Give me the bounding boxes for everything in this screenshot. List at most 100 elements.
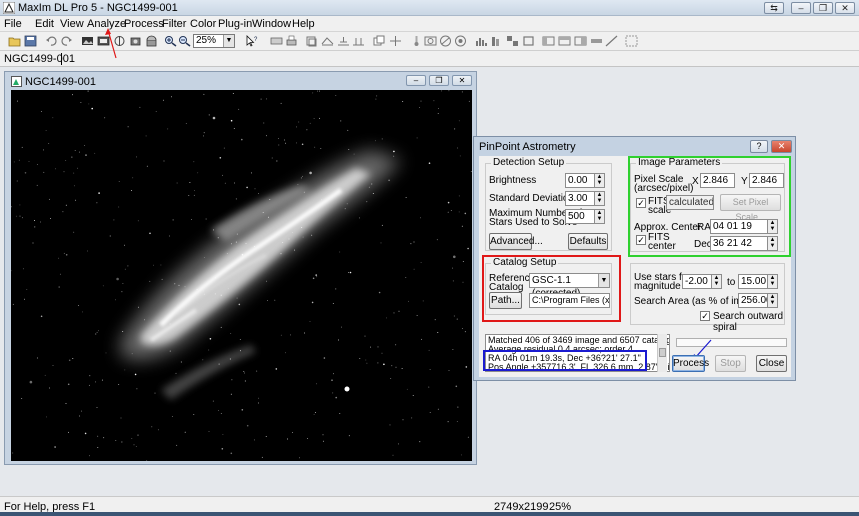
star (388, 179, 390, 182)
menu-color[interactable]: Color (190, 18, 216, 30)
guider-icon[interactable] (439, 35, 452, 47)
image-minimize-button[interactable]: – (406, 75, 426, 86)
menu-process[interactable]: Process (124, 18, 164, 30)
star (364, 335, 366, 337)
panel-icon[interactable] (542, 35, 555, 47)
star (359, 358, 361, 360)
star (26, 289, 28, 290)
menu-view[interactable]: View (60, 18, 84, 30)
maxstars-field[interactable]: 500 (565, 209, 596, 224)
image-close-button[interactable]: ✕ (452, 75, 472, 86)
menu-filter[interactable]: Filter (162, 18, 186, 30)
stop-button[interactable]: Stop (715, 355, 746, 372)
maximize-button[interactable]: ❐ (813, 2, 833, 14)
duplicate-icon[interactable] (373, 35, 386, 47)
keyboard-icon[interactable] (270, 35, 283, 47)
calibrate-icon[interactable] (352, 35, 365, 47)
star (54, 446, 56, 448)
star (437, 332, 439, 333)
star (437, 408, 439, 410)
search-area-spinner[interactable]: ▲ ▼ (767, 293, 778, 308)
mag-to-spinner[interactable]: ▲ ▼ (767, 274, 778, 289)
close-button[interactable]: ✕ (835, 2, 855, 14)
document-bar: NGC1499-001 (0, 51, 859, 67)
zoom-out-icon[interactable] (178, 35, 191, 47)
star (196, 289, 198, 291)
filter-wheel-icon[interactable] (424, 35, 437, 47)
star (193, 413, 195, 415)
blocks-icon[interactable] (506, 35, 519, 47)
star (381, 138, 383, 140)
star (34, 226, 36, 228)
grid-icon[interactable] (625, 35, 638, 47)
ruler-icon[interactable] (590, 35, 603, 47)
brightness-label: Brightness (489, 175, 537, 186)
defaults-button[interactable]: Defaults (568, 233, 608, 250)
image-icon[interactable] (81, 35, 94, 47)
mag-to-field[interactable]: 15.00 (738, 274, 769, 289)
brightness-field[interactable]: 0.00 (565, 173, 596, 188)
stddev-field[interactable]: 3.00 (565, 191, 596, 206)
star (450, 210, 452, 212)
scrollbar-thumb[interactable] (659, 348, 666, 357)
advanced-button[interactable]: Advanced... (489, 233, 543, 250)
minimize-button[interactable]: – (791, 2, 811, 14)
menu-edit[interactable]: Edit (35, 18, 54, 30)
image-window[interactable]: NGC1499-001 – ❐ ✕ (4, 71, 477, 465)
redo-icon[interactable] (60, 35, 73, 47)
thermometer-icon[interactable] (410, 35, 423, 47)
star (78, 151, 80, 153)
undo-icon[interactable] (45, 35, 58, 47)
star (465, 366, 468, 368)
combine-icon[interactable] (321, 35, 334, 47)
panel-2-icon[interactable] (558, 35, 571, 47)
dialog-help-button[interactable]: ? (750, 140, 768, 153)
image-maximize-button[interactable]: ❐ (429, 75, 449, 86)
observatory-icon[interactable] (145, 35, 158, 47)
star (238, 303, 241, 306)
maxstars-spinner[interactable]: ▲ ▼ (594, 209, 605, 224)
align-icon[interactable] (305, 35, 318, 47)
menu-help[interactable]: Help (292, 18, 315, 30)
menu-plugin[interactable]: Plug-in (218, 18, 252, 30)
chevron-down-icon[interactable]: ▼ (223, 35, 234, 47)
star (348, 272, 350, 274)
frame-icon[interactable] (522, 35, 535, 47)
stack-icon[interactable] (337, 35, 350, 47)
context-help-icon[interactable]: ? (245, 35, 258, 47)
focuser-icon[interactable] (454, 35, 467, 47)
print-icon[interactable] (285, 35, 298, 47)
search-spiral-checkbox[interactable]: ✓ (700, 311, 710, 321)
stddev-spinner[interactable]: ▲ ▼ (594, 191, 605, 206)
mag-from-spinner[interactable]: ▲ ▼ (711, 274, 722, 289)
search-area-field[interactable]: 256.00 (738, 293, 769, 308)
panel-3-icon[interactable] (574, 35, 587, 47)
doc-tab-ngc1499[interactable]: NGC1499-001 (4, 53, 75, 65)
camera-icon[interactable] (129, 35, 142, 47)
star (73, 231, 75, 233)
levels-icon[interactable] (490, 35, 503, 47)
crosshair-icon[interactable] (389, 35, 402, 47)
dialog-close-button[interactable]: ✕ (771, 140, 792, 153)
pinpoint-dialog[interactable]: PinPoint Astrometry ? ✕ Detection Setup … (473, 136, 796, 381)
brightness-spinner[interactable]: ▲ ▼ (594, 173, 605, 188)
save-icon[interactable] (24, 35, 37, 47)
menu-window[interactable]: Window (252, 18, 291, 30)
close-dialog-button[interactable]: Close (756, 355, 787, 372)
star (118, 206, 120, 208)
result-scrollbar[interactable] (657, 334, 667, 372)
line-profile-icon[interactable] (605, 35, 618, 47)
mag-from-field[interactable]: -2.00 (682, 274, 713, 289)
star (256, 370, 258, 372)
restore-tiles-button[interactable]: ⇆ (764, 2, 784, 14)
star (309, 171, 312, 175)
histogram-icon[interactable] (475, 35, 488, 47)
star (71, 156, 73, 158)
process-button[interactable]: Process (672, 355, 709, 372)
astro-image-canvas[interactable] (11, 90, 472, 461)
menu-file[interactable]: File (4, 18, 22, 30)
zoom-select[interactable]: 25% ▼ (193, 34, 235, 48)
open-icon[interactable] (8, 35, 21, 47)
star (299, 457, 300, 459)
zoom-in-icon[interactable] (164, 35, 177, 47)
